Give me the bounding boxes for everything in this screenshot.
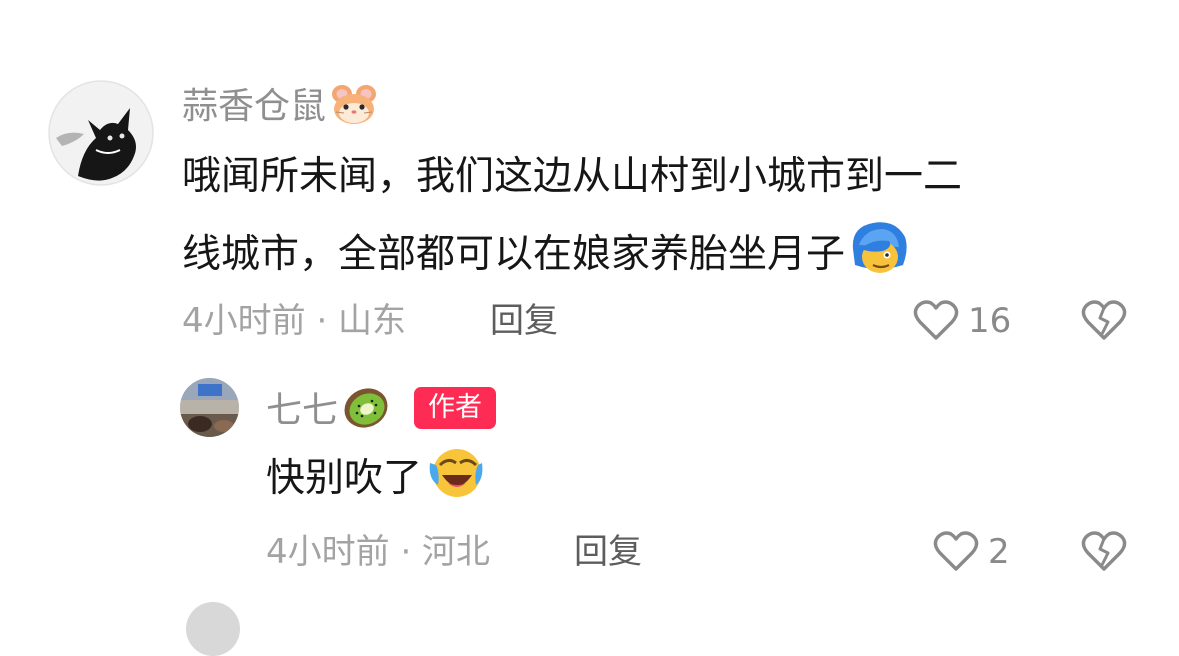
heart-icon xyxy=(933,531,979,571)
comment-text: 快别吹了 xyxy=(266,456,423,501)
broken-heart-icon xyxy=(1081,531,1127,571)
dislike-button[interactable] xyxy=(1080,529,1130,575)
avatar[interactable] xyxy=(180,378,239,437)
blue-hair-face-icon xyxy=(849,219,909,304)
comment-meta: 4小时前 · 河北 xyxy=(266,532,491,572)
cat-avatar-image xyxy=(48,80,154,186)
broken-heart-icon xyxy=(1081,300,1127,340)
reply-button[interactable]: 回复 xyxy=(574,532,642,572)
like-button[interactable]: 16 xyxy=(912,296,1016,346)
comment-meta: 4小时前 · 山东 xyxy=(182,301,407,341)
heart-icon xyxy=(913,300,959,340)
room-avatar-image xyxy=(180,378,239,437)
like-count: 16 xyxy=(968,301,1012,341)
kiwi-icon xyxy=(342,386,390,441)
dislike-button[interactable] xyxy=(1080,298,1130,344)
avatar[interactable] xyxy=(48,80,154,186)
next-avatar-partial xyxy=(186,602,240,656)
author-badge: 作者 xyxy=(414,387,496,429)
username[interactable]: 蒜香仓鼠 xyxy=(182,86,326,127)
comment-text-line-2: 线城市，全部都可以在娘家养胎坐月子 xyxy=(182,232,846,277)
reply-button[interactable]: 回复 xyxy=(490,301,558,341)
username[interactable]: 七七 xyxy=(266,390,338,431)
comment-text-line-1: 哦闻所未闻，我们这边从山村到小城市到一二 xyxy=(182,154,963,199)
comment-text: 哦闻所未闻，我们这边从山村到小城市到一二 线城市，全部都可以在娘家养胎坐月子 xyxy=(182,138,962,304)
laughing-crying-face-icon xyxy=(426,445,486,528)
hamster-face-icon xyxy=(330,82,378,137)
like-count: 2 xyxy=(988,532,1010,572)
like-button[interactable]: 2 xyxy=(932,527,1012,577)
